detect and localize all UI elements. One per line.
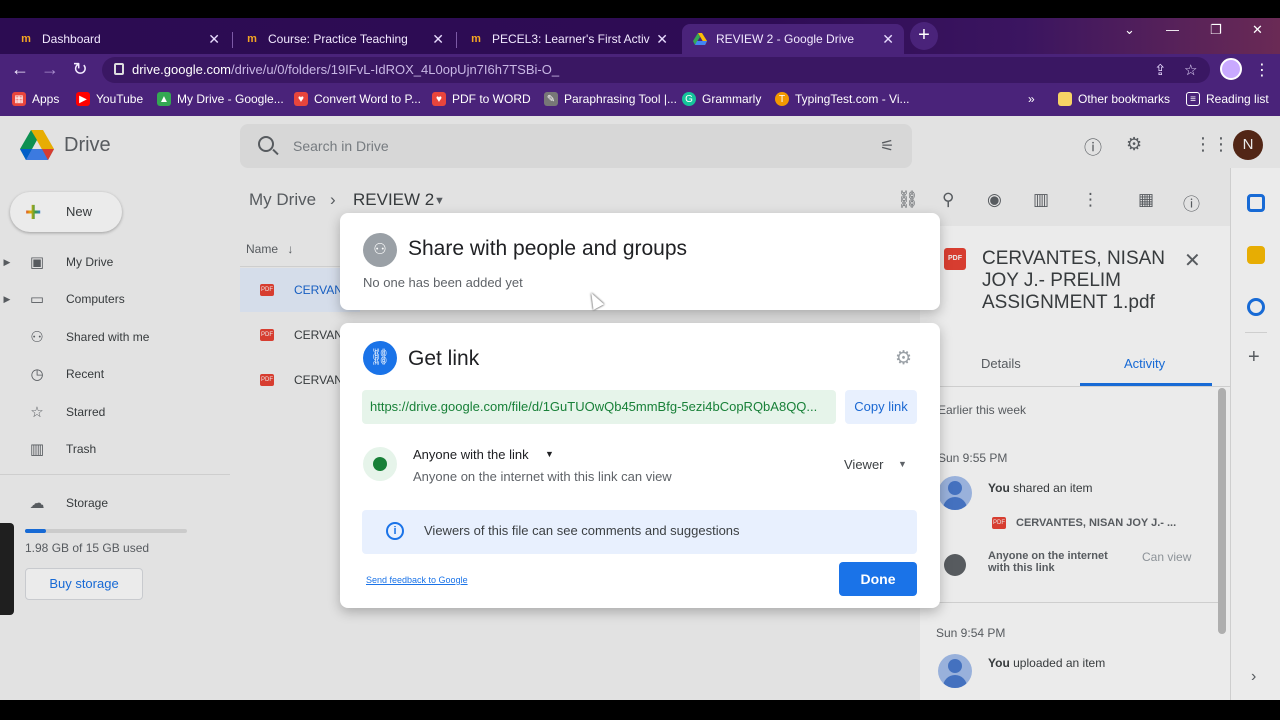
share-people-card[interactable]: ⚇ Share with people and groups No one ha… [340, 213, 940, 310]
drive-icon [692, 31, 708, 47]
bookmark-label: Paraphrasing Tool |... [564, 92, 677, 106]
bookmark-label: Grammarly [702, 92, 762, 106]
back-arrow-icon[interactable]: ← [8, 59, 32, 80]
globe-icon [363, 447, 397, 481]
dropdown-caret-icon[interactable]: ▼ [545, 449, 554, 459]
bookmark-label: Reading list [1206, 92, 1269, 106]
share-card-title: Share with people and groups [408, 237, 688, 260]
share-url-text: https://drive.google.com/file/d/1GuTUOwQ… [370, 399, 818, 414]
info-banner-text: Viewers of this file can see comments an… [424, 523, 740, 538]
bookmark-my-drive[interactable]: ▲ My Drive - Google... [157, 92, 284, 106]
browser-chrome: m Dashboard ✕ m Course: Practice Teachin… [0, 0, 1280, 116]
add-person-icon: ⚇ [363, 233, 397, 267]
tab-separator [456, 32, 457, 48]
info-icon: i [386, 522, 404, 540]
quill-icon: ✎ [544, 92, 558, 106]
close-icon[interactable]: ✕ [656, 31, 668, 48]
bookmarks-bar: ▦ Apps ▶ YouTube ▲ My Drive - Google... ♥ Co… [0, 86, 1280, 116]
general-access-description: Anyone on the internet with this link ca… [413, 469, 672, 484]
bookmark-label: Apps [32, 92, 60, 106]
link-settings-gear-icon[interactable]: ⚙ [895, 347, 912, 370]
tab-course[interactable]: m Course: Practice Teaching ✕ [234, 24, 454, 54]
bookmark-convert-word[interactable]: ♥ Convert Word to P... [294, 92, 421, 106]
share-card-subtitle: No one has been added yet [363, 275, 523, 290]
bookmark-star-icon[interactable]: ☆ [1184, 61, 1197, 79]
done-button[interactable]: Done [839, 562, 917, 596]
tab-title: REVIEW 2 - Google Drive [716, 32, 855, 46]
url-host: drive.google.com [132, 62, 231, 77]
tab-review2[interactable]: REVIEW 2 - Google Drive ✕ [682, 24, 904, 54]
top-black-strip [0, 0, 1280, 18]
link-icon: ⛓ [363, 341, 397, 375]
restore-icon[interactable]: ❐ [1210, 22, 1222, 38]
minimize-icon[interactable]: — [1166, 22, 1179, 37]
share-url-field[interactable]: https://drive.google.com/file/d/1GuTUOwQ… [362, 390, 836, 424]
youtube-icon: ▶ [76, 92, 90, 106]
tab-title: Course: Practice Teaching [268, 32, 408, 46]
moodle-icon: m [21, 33, 31, 45]
apps-grid-icon: ▦ [12, 92, 26, 106]
address-bar-row: ← → ↻ drive.google.com/drive/u/0/folders… [0, 54, 1280, 86]
reading-list[interactable]: ≡ Reading list [1186, 92, 1269, 106]
url-text: drive.google.com/drive/u/0/folders/19IFv… [132, 62, 559, 77]
moodle-icon: m [471, 33, 481, 45]
general-access-dropdown[interactable]: Anyone with the link [413, 447, 529, 462]
close-icon[interactable]: ✕ [208, 31, 220, 48]
copy-link-button[interactable]: Copy link [845, 390, 917, 424]
get-link-card: ⛓ Get link ⚙ https://drive.google.com/fi… [340, 323, 940, 608]
folder-icon [1058, 92, 1072, 106]
other-bookmarks[interactable]: Other bookmarks [1058, 92, 1170, 106]
bookmark-label: Convert Word to P... [314, 92, 421, 106]
new-tab-button[interactable]: + [910, 22, 938, 50]
info-banner: i Viewers of this file can see comments … [362, 510, 917, 554]
more-bookmarks-icon[interactable]: » [1028, 92, 1035, 106]
get-link-title: Get link [408, 347, 480, 370]
bookmark-label: TypingTest.com - Vi... [795, 92, 910, 106]
send-feedback-link[interactable]: Send feedback to Google [366, 575, 468, 585]
typingtest-icon: T [775, 92, 789, 106]
dropdown-caret-icon[interactable]: ▼ [898, 459, 907, 469]
heart-icon: ♥ [432, 92, 446, 106]
role-dropdown[interactable]: Viewer [844, 457, 884, 472]
bookmark-label: YouTube [96, 92, 144, 106]
lock-icon [114, 63, 124, 75]
profile-avatar[interactable] [1220, 58, 1242, 80]
bookmark-label: PDF to WORD [452, 92, 531, 106]
reading-list-icon: ≡ [1186, 92, 1200, 106]
tab-title: PECEL3: Learner's First Activity - [ [492, 32, 650, 46]
bookmark-grammarly[interactable]: G Grammarly [682, 92, 761, 106]
url-path: /drive/u/0/folders/19IFvL-IdROX_4L0opUjn… [231, 62, 560, 77]
drive-icon: ▲ [157, 92, 171, 106]
bookmark-typingtest[interactable]: T TypingTest.com - Vi... [775, 92, 910, 106]
grammarly-icon: G [682, 92, 696, 106]
bookmark-apps[interactable]: ▦ Apps [12, 92, 59, 106]
tab-title: Dashboard [42, 32, 101, 46]
bookmark-label: My Drive - Google... [177, 92, 284, 106]
tab-separator [232, 32, 233, 48]
bookmark-youtube[interactable]: ▶ YouTube [76, 92, 143, 106]
bookmark-paraphrasing[interactable]: ✎ Paraphrasing Tool |... [544, 92, 677, 106]
moodle-icon: m [247, 33, 257, 45]
tab-pecel3[interactable]: m PECEL3: Learner's First Activity - [ ✕ [458, 24, 678, 54]
forward-arrow-icon[interactable]: → [38, 59, 62, 80]
tab-strip: m Dashboard ✕ m Course: Practice Teachin… [0, 18, 1280, 54]
bookmark-pdf-to-word[interactable]: ♥ PDF to WORD [432, 92, 531, 106]
chrome-menu-icon[interactable]: ⋮ [1254, 60, 1270, 80]
omnibox[interactable]: drive.google.com/drive/u/0/folders/19IFv… [102, 57, 1210, 83]
window-close-icon[interactable]: ✕ [1252, 22, 1263, 38]
close-icon[interactable]: ✕ [432, 31, 444, 48]
screen-bottom-border [0, 700, 1280, 720]
tab-dashboard[interactable]: m Dashboard ✕ [8, 24, 230, 54]
close-icon[interactable]: ✕ [882, 31, 894, 48]
heart-icon: ♥ [294, 92, 308, 106]
share-page-icon[interactable]: ⇪ [1154, 61, 1167, 79]
reload-icon[interactable]: ↻ [68, 59, 92, 80]
tab-search-icon[interactable]: ⌄ [1124, 22, 1135, 38]
bookmark-label: Other bookmarks [1078, 92, 1171, 106]
